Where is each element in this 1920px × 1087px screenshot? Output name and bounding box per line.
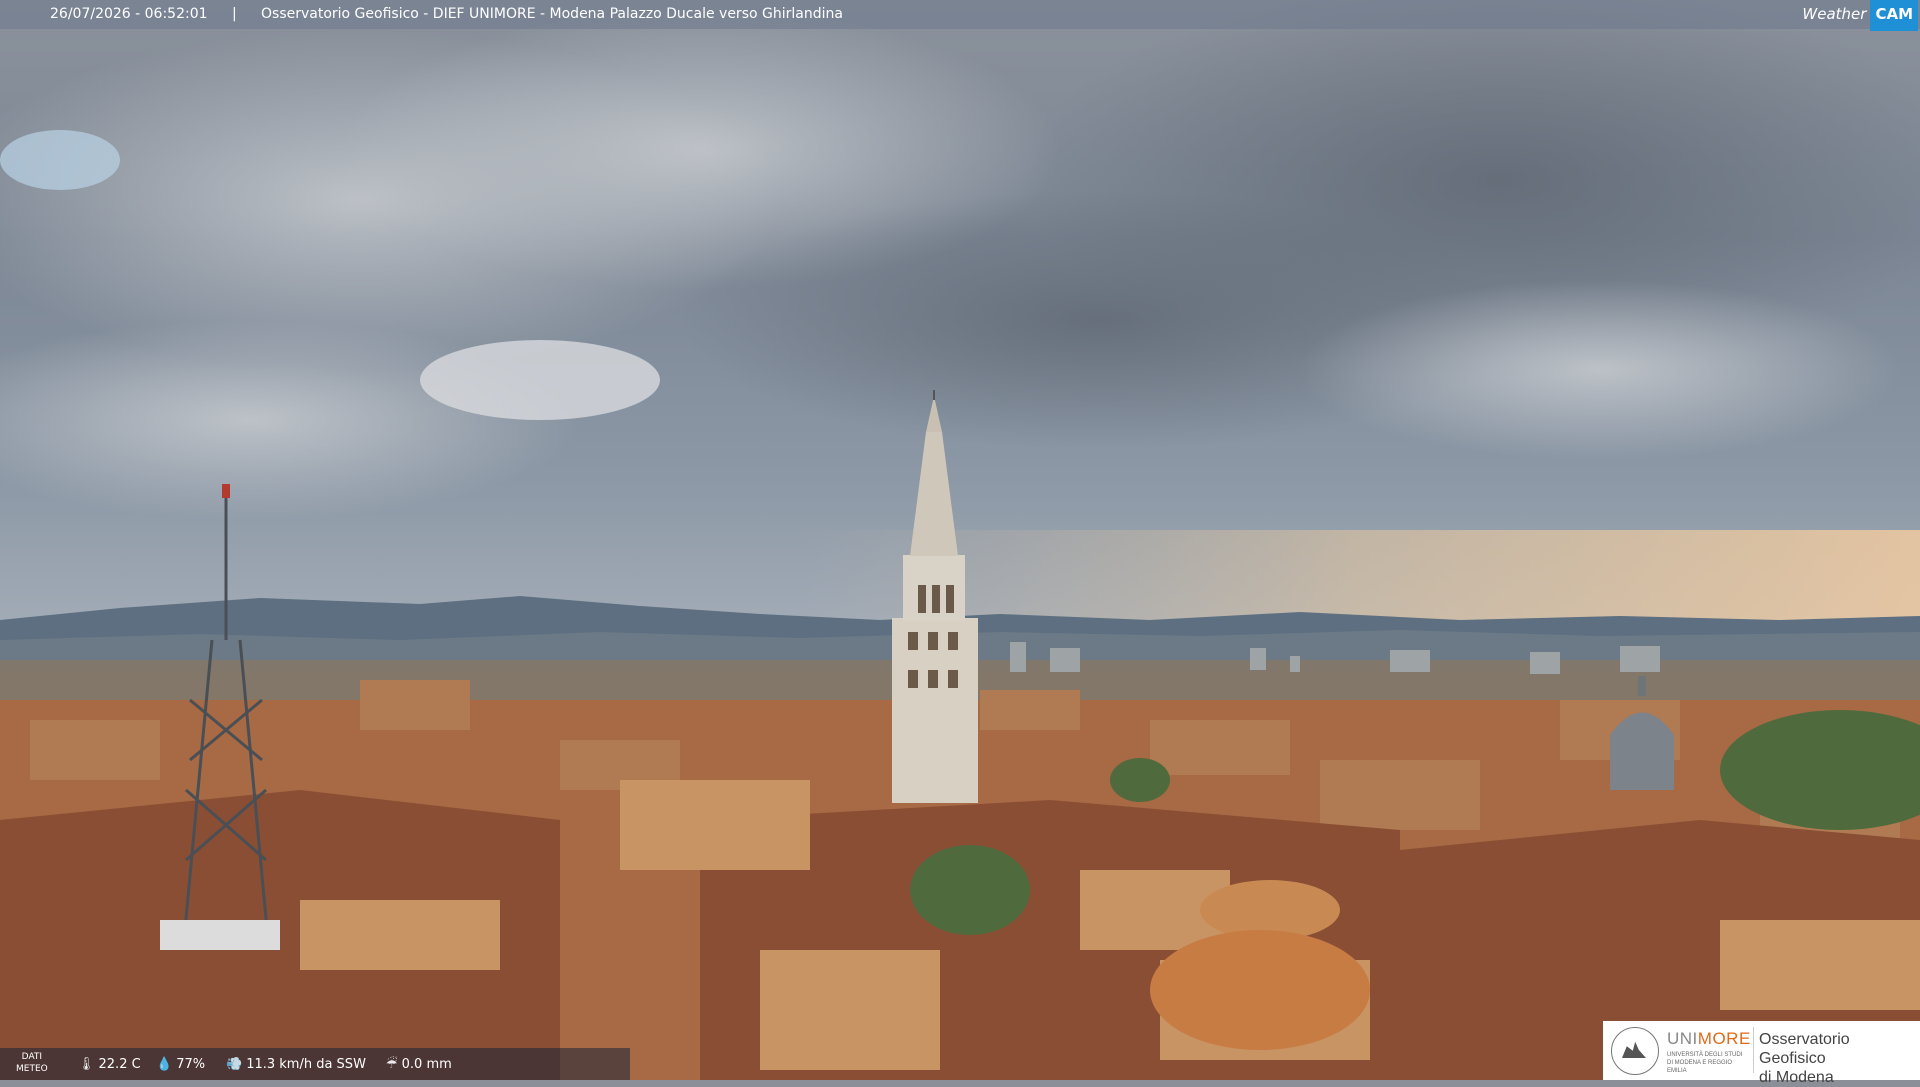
weather-data-bar: DATI METEO 🌡 22.2 C 💧 77% 💨 11.3 km/h da… bbox=[0, 1048, 630, 1080]
brand-cam: CAM bbox=[1870, 0, 1918, 31]
brand-weather: Weather bbox=[1802, 4, 1867, 23]
humidity-readout: 💧 77% bbox=[156, 1057, 206, 1072]
wind-icon: 💨 bbox=[226, 1057, 243, 1072]
webcam-photo bbox=[0, 0, 1920, 1080]
observatory-name: Osservatorio Geofisico di Modena bbox=[1759, 1031, 1850, 1086]
weathercam-logo: Weather CAM bbox=[1798, 0, 1918, 31]
rain-icon: ☔ bbox=[386, 1057, 398, 1072]
rain-readout: ☔ 0.0 mm bbox=[386, 1057, 452, 1072]
humidity-drop-icon: 💧 bbox=[156, 1057, 173, 1072]
unimore-subtitle: UNIVERSITÀ DEGLI STUDI DI MODENA E REGGI… bbox=[1667, 1052, 1743, 1074]
wind-readout: 💨 11.3 km/h da SSW bbox=[226, 1057, 366, 1072]
temperature-readout: 🌡 22.2 C bbox=[78, 1057, 141, 1072]
webcam-header-bar: 26/07/2026 - 06:52:01 | Osservatorio Geo… bbox=[0, 0, 1920, 31]
logo-divider bbox=[1753, 1027, 1754, 1073]
thermometer-icon: 🌡 bbox=[78, 1057, 95, 1072]
unimore-observatory-logo: UNIMORE UNIVERSITÀ DEGLI STUDI DI MODENA… bbox=[1603, 1021, 1920, 1086]
university-seal-icon bbox=[1611, 1027, 1659, 1075]
unimore-wordmark: UNIMORE bbox=[1667, 1029, 1751, 1048]
timestamp: 26/07/2026 - 06:52:01 bbox=[50, 6, 208, 22]
separator: | bbox=[232, 6, 237, 22]
camera-caption: Osservatorio Geofisico - DIEF UNIMORE - … bbox=[261, 6, 843, 22]
dati-meteo-label: DATI METEO bbox=[16, 1052, 48, 1074]
